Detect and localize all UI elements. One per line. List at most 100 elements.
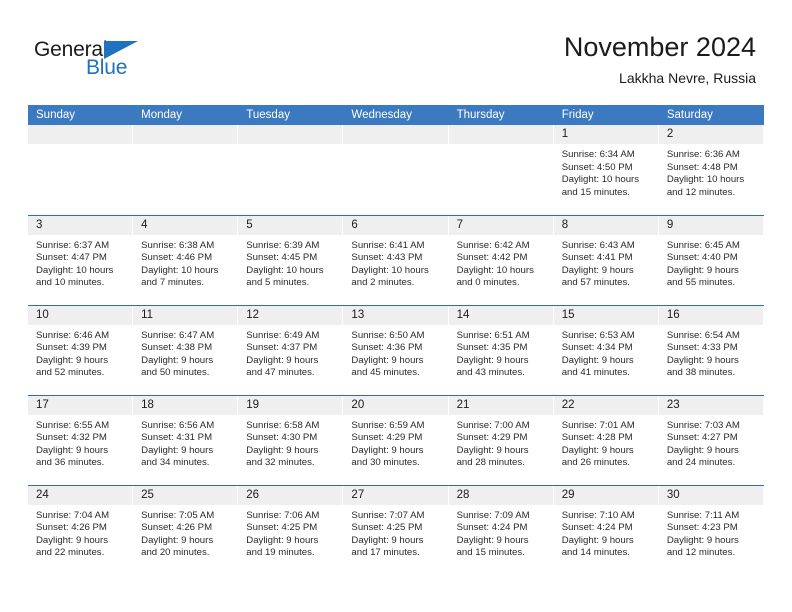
day-cell-inner: 16 Sunrise: 6:54 AM Sunset: 4:33 PM Dayligh… <box>658 305 764 395</box>
day-number: 5 <box>238 215 344 235</box>
daylight-text-line2: and 2 minutes. <box>351 277 415 289</box>
sunset-text: Sunset: 4:42 PM <box>456 252 528 264</box>
sunrise-text: Sunrise: 6:50 AM <box>351 329 425 341</box>
day-cell-inner: 28 Sunrise: 7:09 AM Sunset: 4:24 PM Dayligh… <box>448 485 554 576</box>
day-details: Sunrise: 6:38 AM Sunset: 4:46 PM Daylight:… <box>133 235 238 290</box>
day-number: 2 <box>658 125 764 144</box>
daylight-text-line1: Daylight: 9 hours <box>666 354 739 366</box>
calendar-day-cell[interactable]: 20 Sunrise: 6:59 AM Sunset: 4:29 PM Dayligh… <box>343 394 449 485</box>
calendar-day-cell[interactable]: 29 Sunrise: 7:10 AM Sunset: 4:24 PM Dayligh… <box>553 484 659 576</box>
day-cell-inner: 18 Sunrise: 6:56 AM Sunset: 4:31 PM Dayligh… <box>133 395 239 485</box>
sunrise-text: Sunrise: 7:01 AM <box>561 419 635 431</box>
calendar-day-cell[interactable]: 5 Sunrise: 6:39 AM Sunset: 4:45 PM Daylight… <box>238 214 344 305</box>
day-details: Sunrise: 7:01 AM Sunset: 4:28 PM Daylight:… <box>554 415 659 470</box>
calendar-day-cell[interactable]: 10 Sunrise: 6:46 AM Sunset: 4:39 PM Dayligh… <box>28 304 134 395</box>
day-cell-inner <box>448 125 554 215</box>
sunrise-text: Sunrise: 6:46 AM <box>36 329 110 341</box>
day-number: 7 <box>448 215 554 235</box>
day-details: Sunrise: 6:37 AM Sunset: 4:47 PM Daylight:… <box>28 235 133 290</box>
daylight-text-line2: and 38 minutes. <box>666 367 736 379</box>
daylight-text-line1: Daylight: 9 hours <box>246 534 319 546</box>
day-details: Sunrise: 6:39 AM Sunset: 4:45 PM Daylight:… <box>238 235 343 290</box>
calendar-day-cell[interactable]: 7 Sunrise: 6:42 AM Sunset: 4:42 PM Daylight… <box>448 214 554 305</box>
calendar-day-cell[interactable]: 30 Sunrise: 7:11 AM Sunset: 4:23 PM Dayligh… <box>658 484 764 575</box>
calendar-day-cell[interactable]: 2 Sunrise: 6:36 AM Sunset: 4:48 PM Daylight… <box>658 125 764 215</box>
sunrise-text: Sunrise: 6:43 AM <box>561 239 635 251</box>
calendar-header-row: Sunday Monday Tuesday Wednesday Thursday Frid… <box>28 105 764 125</box>
calendar-day-cell[interactable]: 19 Sunrise: 6:58 AM Sunset: 4:30 PM Dayligh… <box>238 394 344 485</box>
sunset-text: Sunset: 4:43 PM <box>351 252 423 264</box>
day-number: 25 <box>133 485 239 505</box>
calendar-day-cell <box>28 125 134 215</box>
day-number <box>448 125 554 144</box>
day-cell-inner: 29 Sunrise: 7:10 AM Sunset: 4:24 PM Dayligh… <box>553 485 659 576</box>
calendar-day-cell[interactable]: 27 Sunrise: 7:07 AM Sunset: 4:25 PM Dayligh… <box>343 484 449 575</box>
calendar-day-cell[interactable]: 17 Sunrise: 6:55 AM Sunset: 4:32 PM Dayligh… <box>28 394 134 485</box>
daylight-text-line1: Daylight: 9 hours <box>666 264 739 276</box>
sunrise-text: Sunrise: 6:37 AM <box>36 239 110 251</box>
general-blue-logo[interactable]: General Blue <box>34 38 154 82</box>
calendar-day-cell[interactable]: 14 Sunrise: 6:51 AM Sunset: 4:35 PM Dayligh… <box>448 304 554 395</box>
day-number <box>28 125 134 144</box>
daylight-text-line2: and 12 minutes. <box>666 186 736 198</box>
daylight-text-line1: Daylight: 9 hours <box>141 444 214 456</box>
day-number: 9 <box>658 215 764 235</box>
calendar-day-cell[interactable]: 3 Sunrise: 6:37 AM Sunset: 4:47 PM Daylight… <box>28 214 134 305</box>
calendar-day-cell[interactable]: 15 Sunrise: 6:53 AM Sunset: 4:34 PM Dayligh… <box>553 304 659 395</box>
calendar-day-cell[interactable]: 11 Sunrise: 6:47 AM Sunset: 4:38 PM Dayligh… <box>133 304 239 395</box>
day-cell-inner: 7 Sunrise: 6:42 AM Sunset: 4:42 PM Daylight… <box>448 215 554 305</box>
calendar-page: General Blue November 2024 Lakkha Nevre,… <box>0 0 792 612</box>
sunrise-text: Sunrise: 7:09 AM <box>456 509 530 521</box>
sunrise-text: Sunrise: 6:51 AM <box>456 329 530 341</box>
daylight-text-line1: Daylight: 9 hours <box>351 354 424 366</box>
calendar-day-cell[interactable]: 28 Sunrise: 7:09 AM Sunset: 4:24 PM Dayligh… <box>448 484 554 576</box>
calendar-day-cell[interactable]: 9 Sunrise: 6:45 AM Sunset: 4:40 PM Daylight… <box>658 214 764 305</box>
day-cell-inner <box>133 125 239 215</box>
calendar-day-cell[interactable]: 6 Sunrise: 6:41 AM Sunset: 4:43 PM Daylight… <box>343 214 449 305</box>
daylight-text-line1: Daylight: 10 hours <box>351 264 429 276</box>
day-number: 17 <box>28 395 134 415</box>
sunset-text: Sunset: 4:23 PM <box>666 522 738 534</box>
calendar-day-cell[interactable]: 25 Sunrise: 7:05 AM Sunset: 4:26 PM Dayligh… <box>133 484 239 575</box>
day-details: Sunrise: 6:36 AM Sunset: 4:48 PM Daylight:… <box>659 144 764 199</box>
calendar-day-cell <box>343 125 449 215</box>
calendar-day-cell[interactable]: 22 Sunrise: 7:01 AM Sunset: 4:28 PM Dayligh… <box>553 394 659 485</box>
calendar-week-row: 17 Sunrise: 6:55 AM Sunset: 4:32 PM Dayligh… <box>28 394 764 485</box>
daylight-text-line1: Daylight: 9 hours <box>666 444 739 456</box>
sunrise-text: Sunrise: 6:41 AM <box>351 239 425 251</box>
day-details: Sunrise: 6:51 AM Sunset: 4:35 PM Daylight:… <box>449 325 554 380</box>
sunrise-text: Sunrise: 6:55 AM <box>36 419 110 431</box>
weekday-header-tuesday: Tuesday <box>238 105 344 125</box>
calendar-day-cell <box>133 125 239 215</box>
calendar-day-cell[interactable]: 1 Sunrise: 6:34 AM Sunset: 4:50 PM Daylight… <box>553 125 659 215</box>
sunrise-text: Sunrise: 7:07 AM <box>351 509 425 521</box>
sunrise-text: Sunrise: 7:06 AM <box>246 509 320 521</box>
calendar-day-cell[interactable]: 4 Sunrise: 6:38 AM Sunset: 4:46 PM Daylight… <box>133 214 239 305</box>
daylight-text-line1: Daylight: 9 hours <box>246 354 319 366</box>
day-number: 15 <box>553 305 659 325</box>
day-number: 13 <box>343 305 449 325</box>
calendar-day-cell[interactable]: 24 Sunrise: 7:04 AM Sunset: 4:26 PM Dayligh… <box>28 484 134 575</box>
calendar-day-cell[interactable]: 26 Sunrise: 7:06 AM Sunset: 4:25 PM Dayligh… <box>238 484 344 575</box>
calendar-day-cell[interactable]: 21 Sunrise: 7:00 AM Sunset: 4:29 PM Dayligh… <box>448 394 554 485</box>
calendar-day-cell <box>238 125 344 215</box>
sunset-text: Sunset: 4:47 PM <box>36 252 107 264</box>
calendar-day-cell[interactable]: 18 Sunrise: 6:56 AM Sunset: 4:31 PM Dayligh… <box>133 394 239 485</box>
daylight-text-line1: Daylight: 9 hours <box>351 534 424 546</box>
calendar-day-cell[interactable]: 23 Sunrise: 7:03 AM Sunset: 4:27 PM Dayligh… <box>658 394 764 485</box>
daylight-text-line2: and 15 minutes. <box>561 186 630 198</box>
day-details: Sunrise: 6:46 AM Sunset: 4:39 PM Daylight:… <box>28 325 133 380</box>
calendar-day-cell[interactable]: 12 Sunrise: 6:49 AM Sunset: 4:37 PM Dayligh… <box>238 304 344 395</box>
calendar-day-cell[interactable]: 8 Sunrise: 6:43 AM Sunset: 4:41 PM Daylight… <box>553 214 659 305</box>
weekday-header-wednesday: Wednesday <box>343 105 449 125</box>
calendar-day-cell[interactable]: 13 Sunrise: 6:50 AM Sunset: 4:36 PM Dayligh… <box>343 304 449 395</box>
calendar-day-cell[interactable]: 16 Sunrise: 6:54 AM Sunset: 4:33 PM Dayligh… <box>658 304 764 395</box>
sunrise-text: Sunrise: 6:34 AM <box>561 149 635 160</box>
day-number: 6 <box>343 215 449 235</box>
daylight-text-line2: and 41 minutes. <box>561 367 630 379</box>
day-cell-inner: 19 Sunrise: 6:58 AM Sunset: 4:30 PM Dayligh… <box>238 395 344 485</box>
day-details: Sunrise: 6:59 AM Sunset: 4:29 PM Daylight:… <box>343 415 448 470</box>
daylight-text-line2: and 57 minutes. <box>561 277 630 289</box>
day-cell-inner: 11 Sunrise: 6:47 AM Sunset: 4:38 PM Dayligh… <box>133 305 239 395</box>
sunset-text: Sunset: 4:26 PM <box>141 522 213 534</box>
